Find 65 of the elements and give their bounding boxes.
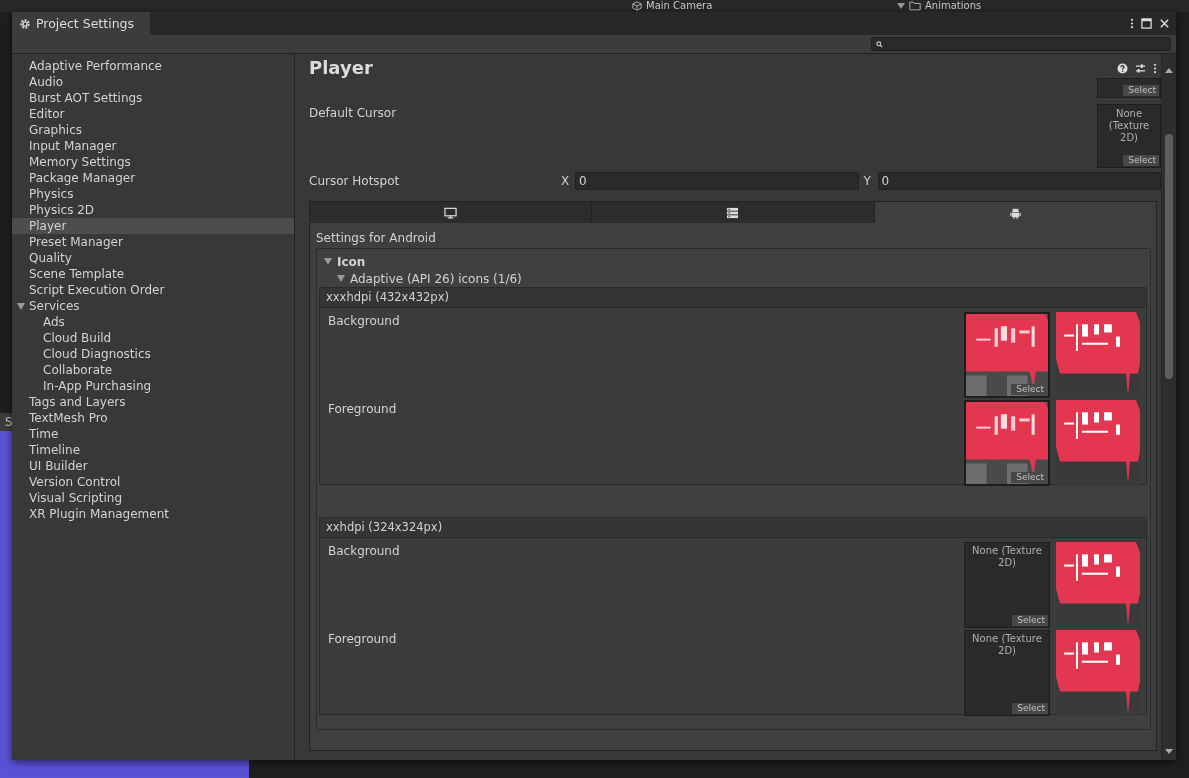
- sidebar-item[interactable]: TextMesh Pro: [12, 410, 294, 426]
- sidebar-item[interactable]: Ads: [12, 314, 294, 330]
- sidebar-item[interactable]: Version Control: [12, 474, 294, 490]
- input-field[interactable]: 0: [877, 172, 1161, 190]
- field-label: Background: [328, 543, 400, 560]
- group-header: xxhdpi (324x324px): [320, 518, 1146, 538]
- foldout-title[interactable]: Icon: [337, 254, 366, 269]
- select-button[interactable]: Select: [1012, 703, 1048, 714]
- sidebar-item[interactable]: Time: [12, 426, 294, 442]
- texture-slot[interactable]: None (Texture 2D) Select: [964, 630, 1050, 716]
- sidebar-item[interactable]: Timeline: [12, 442, 294, 458]
- sidebar-item[interactable]: Visual Scripting: [12, 490, 294, 506]
- sidebar-item[interactable]: Preset Manager: [12, 234, 294, 250]
- sidebar-item[interactable]: Physics: [12, 186, 294, 202]
- slot-text: None (Texture 2D): [1107, 107, 1151, 144]
- sidebar-item[interactable]: Player: [12, 218, 294, 234]
- sidebar-item[interactable]: Script Execution Order: [12, 282, 294, 298]
- texture-slot[interactable]: None (Texture 2D) Select: [964, 542, 1050, 628]
- select-button[interactable]: Select: [1012, 615, 1048, 626]
- field-label: Default Cursor: [309, 105, 397, 122]
- texture-slot[interactable]: Select: [1097, 78, 1161, 98]
- field-label: Foreground: [328, 631, 397, 648]
- sidebar-item[interactable]: Scene Template: [12, 266, 294, 282]
- sidebar-item[interactable]: Cloud Diagnostics: [12, 346, 294, 362]
- hierarchy-item-label: Main Camera: [646, 0, 713, 12]
- input-field[interactable]: 0: [575, 172, 859, 190]
- field-label: Foreground: [328, 401, 397, 418]
- select-button[interactable]: Select: [1011, 384, 1047, 395]
- section-heading: Settings for Android: [316, 231, 437, 245]
- sidebar-item[interactable]: Services: [12, 298, 294, 314]
- slot-text: None (Texture 2D): [971, 544, 1043, 569]
- select-button[interactable]: Select: [1123, 85, 1159, 96]
- panel-tab[interactable]: S: [0, 413, 12, 431]
- sidebar-item[interactable]: In-App Purchasing: [12, 378, 294, 394]
- field-label: Cursor Hotspot: [309, 174, 401, 188]
- axis-label: X: [561, 174, 571, 188]
- select-button[interactable]: Select: [1123, 155, 1159, 166]
- sidebar-item[interactable]: Cloud Build: [12, 330, 294, 346]
- sidebar-item[interactable]: Graphics: [12, 122, 294, 138]
- sidebar-item[interactable]: Audio: [12, 74, 294, 90]
- sidebar-item[interactable]: Burst AOT Settings: [12, 90, 294, 106]
- foldout-title[interactable]: Adaptive (API 26) icons (1/6): [350, 271, 522, 286]
- sidebar-item[interactable]: Input Manager: [12, 138, 294, 154]
- sidebar-item[interactable]: UI Builder: [12, 458, 294, 474]
- select-button[interactable]: Select: [1011, 472, 1047, 483]
- sidebar-item[interactable]: Collaborate: [12, 362, 294, 378]
- axis-label: Y: [863, 174, 872, 188]
- slot-text: None (Texture 2D): [971, 632, 1043, 657]
- hierarchy-item[interactable]: Main Camera: [632, 0, 713, 12]
- texture-slot[interactable]: Select: [964, 312, 1050, 398]
- field-label: Background: [328, 313, 400, 330]
- sidebar-item[interactable]: Editor: [12, 106, 294, 122]
- folder-label[interactable]: Animations: [925, 0, 982, 12]
- sidebar-item[interactable]: Package Manager: [12, 170, 294, 186]
- sidebar-item[interactable]: Quality: [12, 250, 294, 266]
- window-tab[interactable]: Project Settings: [12, 12, 150, 35]
- group-header: xxxhdpi (432x432px): [320, 288, 1146, 308]
- sidebar-item[interactable]: Tags and Layers: [12, 394, 294, 410]
- texture-slot[interactable]: Select: [964, 400, 1050, 486]
- sidebar-item[interactable]: XR Plugin Management: [12, 506, 294, 522]
- sidebar-item[interactable]: Memory Settings: [12, 154, 294, 170]
- sidebar-item[interactable]: Adaptive Performance: [12, 58, 294, 74]
- sidebar-item[interactable]: Physics 2D: [12, 202, 294, 218]
- texture-slot[interactable]: None (Texture 2D) Select: [1097, 104, 1161, 168]
- page-title: Player: [309, 56, 373, 78]
